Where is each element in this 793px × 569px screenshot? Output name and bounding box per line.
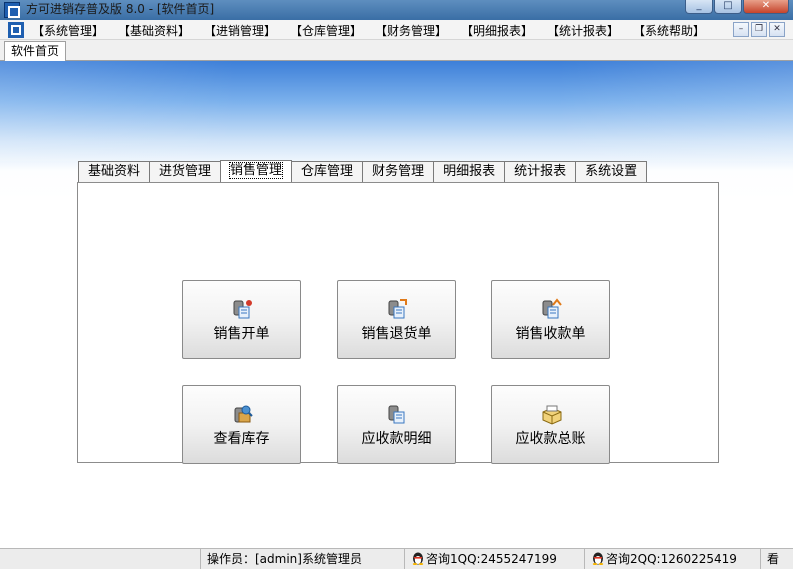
sales-receipt-icon [542, 298, 562, 319]
receivable-detail-icon [388, 405, 405, 424]
mdi-close-icon[interactable]: ✕ [769, 22, 785, 37]
menu-logo-icon[interactable] [8, 22, 24, 38]
tab-warehouse[interactable]: 仓库管理 [291, 161, 364, 182]
mdi-minimize-icon[interactable]: – [733, 22, 749, 37]
banner-background [0, 61, 793, 161]
sales-order-label: 销售开单 [213, 326, 270, 342]
sales-return-icon [388, 299, 407, 319]
menu-finance[interactable]: 【财务管理】 [375, 22, 447, 39]
status-qq1-text: 咨询1QQ:2455247199 [426, 552, 557, 566]
view-inventory-button[interactable]: 查看库存 [182, 385, 301, 464]
status-qq2[interactable]: 咨询2QQ:1260225419 [584, 549, 760, 569]
app-icon [4, 2, 20, 18]
sales-return-label: 销售退货单 [361, 326, 432, 342]
menu-basic-data[interactable]: 【基础资料】 [118, 22, 190, 39]
menu-bar: 【系统管理】 【基础资料】 【进销管理】 【仓库管理】 【财务管理】 【明细报表… [0, 20, 793, 40]
tab-home[interactable]: 软件首页 [4, 41, 67, 61]
sales-return-button[interactable]: 销售退货单 [337, 280, 456, 359]
qq-penguin-icon [592, 552, 604, 565]
status-qq1[interactable]: 咨询1QQ:2455247199 [404, 549, 584, 569]
tab-finance[interactable]: 财务管理 [362, 161, 435, 182]
receivable-ledger-button[interactable]: 应收款总账 [491, 385, 610, 464]
sales-order-icon [233, 300, 252, 319]
main-area: 基础资料 进货管理 销售管理 仓库管理 财务管理 明细报表 统计报表 系统设置 … [0, 61, 793, 548]
tab-settings[interactable]: 系统设置 [575, 161, 648, 182]
close-icon[interactable]: ✕ [743, 0, 789, 14]
tab-statistics[interactable]: 统计报表 [504, 161, 577, 182]
sales-order-button[interactable]: 销售开单 [182, 280, 301, 359]
menu-help[interactable]: 【系统帮助】 [633, 22, 705, 39]
status-bar: 操作员：[admin]系统管理员 咨询1QQ:2455247199 咨询2QQ:… [0, 548, 793, 569]
menu-warehouse[interactable]: 【仓库管理】 [290, 22, 362, 39]
status-empty-cell [0, 549, 200, 569]
menu-statistics[interactable]: 【统计报表】 [547, 22, 619, 39]
status-operator: 操作员：[admin]系统管理员 [200, 549, 404, 569]
sales-receipt-button[interactable]: 销售收款单 [491, 280, 610, 359]
title-bar: 方可进销存普及版 8.0 - [软件首页] _ □ ✕ [0, 0, 793, 20]
function-tabs: 基础资料 进货管理 销售管理 仓库管理 财务管理 明细报表 统计报表 系统设置 [78, 160, 648, 182]
menu-system[interactable]: 【系统管理】 [32, 22, 104, 39]
sales-panel: 销售开单 销售退货单 销售收款单 查看库存 应收款明细 应收款总账 [77, 182, 719, 464]
mdi-controls: – ❐ ✕ [733, 22, 785, 37]
sales-receipt-label: 销售收款单 [515, 326, 586, 342]
receivable-ledger-icon [542, 405, 562, 425]
status-qq2-text: 咨询2QQ:1260225419 [606, 552, 737, 566]
minimize-icon[interactable]: _ [685, 0, 713, 14]
document-tab-strip: 软件首页 [0, 40, 793, 61]
window-controls: _ □ ✕ [685, 0, 789, 14]
window-title: 方可进销存普及版 8.0 - [软件首页] [26, 2, 215, 16]
receivable-ledger-label: 应收款总账 [515, 431, 586, 447]
view-inventory-label: 查看库存 [213, 431, 270, 447]
tab-sales[interactable]: 销售管理 [220, 160, 293, 182]
status-extra: 看 [760, 549, 793, 569]
qq-penguin-icon [412, 552, 424, 565]
inventory-icon [234, 405, 253, 423]
menu-detail-reports[interactable]: 【明细报表】 [461, 22, 533, 39]
maximize-icon[interactable]: □ [714, 0, 742, 14]
tab-detail-reports[interactable]: 明细报表 [433, 161, 506, 182]
receivable-detail-button[interactable]: 应收款明细 [337, 385, 456, 464]
tab-purchase[interactable]: 进货管理 [149, 161, 222, 182]
tab-basic-data[interactable]: 基础资料 [78, 161, 151, 182]
menu-purchase-sales[interactable]: 【进销管理】 [204, 22, 276, 39]
mdi-restore-icon[interactable]: ❐ [751, 22, 767, 37]
receivable-detail-label: 应收款明细 [361, 431, 432, 447]
